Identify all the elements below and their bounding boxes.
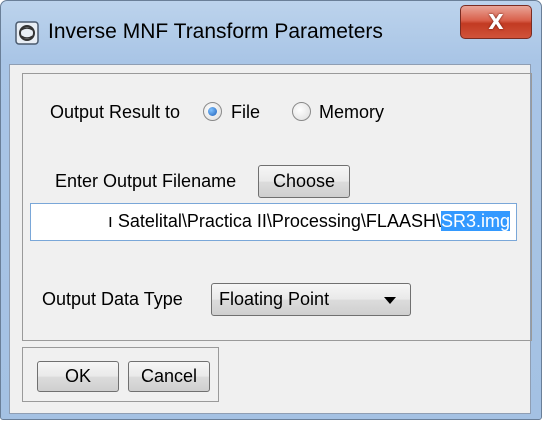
data-type-dropdown[interactable]: Floating Point [211,283,411,316]
output-result-label: Output Result to [50,102,181,122]
filename-path-text: ı Satelital\Practica II\Processing\FLAAS… [107,211,441,231]
cancel-button[interactable]: Cancel [128,361,210,392]
filename-selected-text: SR3.img [440,211,510,231]
chevron-down-icon [384,297,396,304]
close-icon: X [488,10,504,34]
radio-file[interactable] [203,102,222,121]
radio-memory[interactable] [292,102,311,121]
radio-file-label[interactable]: File [231,102,260,123]
envi-app-icon [15,21,39,45]
window-title: Inverse MNF Transform Parameters [48,20,383,43]
data-type-value: Floating Point [219,289,330,309]
title-bar[interactable]: Inverse MNF Transform Parameters X [1,1,541,64]
output-filename-input[interactable]: ı Satelital\Practica II\Processing\FLAAS… [30,203,517,241]
close-button[interactable]: X [460,5,532,39]
ok-button[interactable]: OK [37,361,119,392]
radio-memory-label[interactable]: Memory [319,102,384,123]
choose-button[interactable]: Choose [258,165,350,198]
data-type-label: Output Data Type [42,289,183,309]
output-filename-label: Enter Output Filename [55,171,237,191]
